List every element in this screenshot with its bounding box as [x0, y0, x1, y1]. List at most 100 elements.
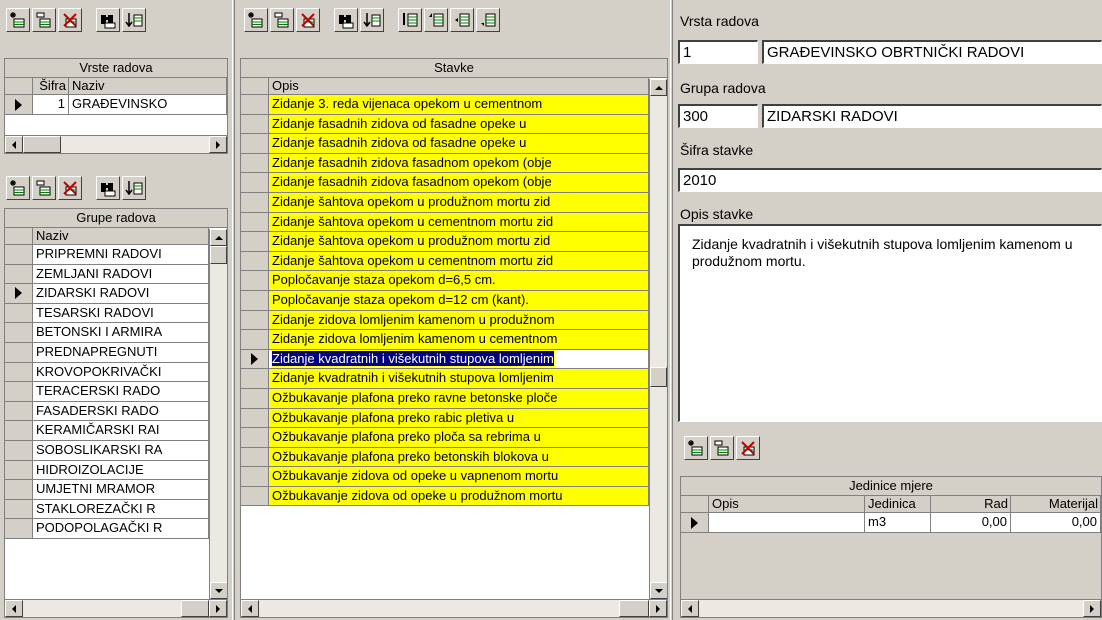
insert-record-button[interactable]: [244, 8, 268, 32]
edit-record-button[interactable]: [32, 8, 56, 32]
cell-opis[interactable]: Zidanje 3. reda vijenaca opekom u cement…: [269, 95, 649, 114]
list-item[interactable]: SOBOSLIKARSKI RA: [5, 440, 209, 461]
horizontal-scrollbar[interactable]: [5, 599, 227, 617]
cell-naziv[interactable]: UMJETNI MRAMOR: [33, 480, 209, 499]
cell-opis[interactable]: Zidanje kvadratnih i višekutnih stupova …: [269, 369, 649, 388]
cell-opis[interactable]: Zidanje zidova lomljenim kamenom u cemen…: [269, 330, 649, 349]
cell-opis[interactable]: Zidanje šahtova opekom u produžnom mortu…: [269, 232, 649, 251]
scroll-down-button[interactable]: [210, 582, 227, 599]
table-row[interactable]: Ožbukavanje plafona preko rabic pletiva …: [241, 408, 649, 429]
cell-naziv[interactable]: HIDROIZOLACIJE: [33, 460, 209, 480]
cell-opis[interactable]: Zidanje fasadnih zidova od fasadne opeke…: [269, 114, 649, 134]
find-button[interactable]: [96, 8, 120, 32]
pane-splitter[interactable]: [232, 0, 235, 620]
edit-record-button[interactable]: [710, 436, 734, 460]
table-row[interactable]: Ožbukavanje zidova od opeke u vapnenom m…: [241, 467, 649, 487]
column-header-naziv[interactable]: Naziv: [33, 228, 209, 244]
cell-opis[interactable]: Ožbukavanje zidova od opeke u produžnom …: [269, 486, 649, 506]
delete-record-button[interactable]: [58, 8, 82, 32]
list-item[interactable]: STAKLOREZAČKI R: [5, 499, 209, 520]
column-header-materijal[interactable]: Materijal: [1011, 496, 1101, 512]
list-item[interactable]: KERAMIČARSKI RAI: [5, 421, 209, 441]
list-item[interactable]: HIDROIZOLACIJE: [5, 460, 209, 481]
first-record-button[interactable]: [398, 8, 422, 32]
cell-opis[interactable]: Popločavanje staza opekom d=6,5 cm.: [269, 271, 649, 290]
scroll-left-button[interactable]: [5, 136, 23, 153]
list-item[interactable]: FASADERSKI RADO: [5, 401, 209, 422]
sort-button[interactable]: [360, 8, 384, 32]
scroll-left-button[interactable]: [241, 600, 259, 617]
table-row[interactable]: Zidanje šahtova opekom u cementnom mortu…: [241, 251, 649, 272]
list-item[interactable]: TERACERSKI RADO: [5, 382, 209, 402]
table-row[interactable]: Zidanje zidova lomljenim kamenom u produ…: [241, 310, 649, 331]
table-row[interactable]: Ožbukavanje plafona preko ploča sa rebri…: [241, 428, 649, 448]
cell-opis[interactable]: Zidanje šahtova opekom u cementnom mortu…: [269, 251, 649, 271]
sort-button[interactable]: [122, 176, 146, 200]
scroll-up-button[interactable]: [650, 79, 667, 96]
list-item[interactable]: PRIPREMNI RADOVI: [5, 245, 209, 265]
scroll-left-button[interactable]: [5, 600, 23, 617]
table-row[interactable]: Zidanje fasadnih zidova fasadnom opekom …: [241, 153, 649, 174]
cell-opis[interactable]: Ožbukavanje plafona preko ravne betonske…: [269, 388, 649, 408]
table-row[interactable]: Zidanje šahtova opekom u produžnom mortu…: [241, 192, 649, 213]
last-record-button[interactable]: [476, 8, 500, 32]
cell-jedinica[interactable]: m3: [865, 513, 931, 532]
edit-record-button[interactable]: [270, 8, 294, 32]
horizontal-scrollbar[interactable]: [241, 599, 667, 617]
cell-sifra[interactable]: 1: [33, 95, 69, 114]
scroll-right-button[interactable]: [209, 600, 227, 617]
insert-record-button[interactable]: [684, 436, 708, 460]
table-row[interactable]: Popločavanje staza opekom d=6,5 cm.: [241, 271, 649, 291]
find-button[interactable]: [96, 176, 120, 200]
scroll-right-button[interactable]: [1083, 600, 1101, 617]
scroll-thumb[interactable]: [23, 136, 61, 153]
next-record-button[interactable]: [450, 8, 474, 32]
cell-naziv[interactable]: SOBOSLIKARSKI RA: [33, 440, 209, 460]
cell-naziv[interactable]: FASADERSKI RADO: [33, 401, 209, 421]
horizontal-scrollbar[interactable]: [5, 135, 227, 153]
table-row[interactable]: Zidanje kvadratnih i višekutnih stupova …: [241, 369, 649, 389]
delete-record-button[interactable]: [296, 8, 320, 32]
cell-naziv[interactable]: ZEMLJANI RADOVI: [33, 264, 209, 284]
vertical-scrollbar[interactable]: [649, 79, 667, 599]
list-item[interactable]: PODOPOLAGAČKI R: [5, 519, 209, 539]
scroll-down-button[interactable]: [650, 582, 667, 599]
vertical-scrollbar[interactable]: [209, 229, 227, 599]
cell-naziv[interactable]: PODOPOLAGAČKI R: [33, 519, 209, 538]
cell-opis[interactable]: Zidanje fasadnih zidova fasadnom opekom …: [269, 153, 649, 173]
table-row[interactable]: Ožbukavanje zidova od opeke u produžnom …: [241, 486, 649, 507]
cell-opis[interactable]: Ožbukavanje plafona preko ploča sa rebri…: [269, 428, 649, 447]
cell-naziv[interactable]: TERACERSKI RADO: [33, 382, 209, 401]
cell-opis[interactable]: [709, 513, 865, 532]
scroll-thumb[interactable]: [650, 367, 667, 387]
column-header-sifra[interactable]: Šifra: [33, 78, 69, 94]
cell-naziv[interactable]: TESARSKI RADOVI: [33, 303, 209, 323]
delete-record-button[interactable]: [58, 176, 82, 200]
list-item[interactable]: KROVOPOKRIVAČKI: [5, 362, 209, 383]
scroll-right-button[interactable]: [649, 600, 667, 617]
scroll-thumb[interactable]: [210, 246, 227, 264]
table-row[interactable]: Zidanje fasadnih zidova fasadnom opekom …: [241, 173, 649, 193]
table-row[interactable]: Zidanje fasadnih zidova od fasadne opeke…: [241, 114, 649, 135]
scroll-left-button[interactable]: [681, 600, 699, 617]
cell-opis[interactable]: Zidanje kvadratnih i višekutnih stupova …: [269, 349, 649, 369]
table-row[interactable]: Zidanje 3. reda vijenaca opekom u cement…: [241, 95, 649, 115]
grupa-name-field[interactable]: ZIDARSKI RADOVI: [762, 104, 1102, 128]
cell-opis[interactable]: Ožbukavanje zidova od opeke u vapnenom m…: [269, 467, 649, 486]
cell-opis[interactable]: Zidanje šahtova opekom u cementnom mortu…: [269, 212, 649, 232]
cell-opis[interactable]: Zidanje fasadnih zidova od fasadne opeke…: [269, 134, 649, 153]
table-row[interactable]: Zidanje šahtova opekom u cementnom mortu…: [241, 212, 649, 233]
vrsta-name-field[interactable]: GRAĐEVINSKO OBRTNIČKI RADOVI: [762, 40, 1102, 64]
scroll-thumb[interactable]: [619, 600, 649, 617]
grupa-code-field[interactable]: 300: [678, 104, 758, 128]
table-row[interactable]: Zidanje šahtova opekom u produžnom mortu…: [241, 232, 649, 252]
cell-opis[interactable]: Popločavanje staza opekom d=12 cm (kant)…: [269, 290, 649, 310]
cell-opis[interactable]: Zidanje fasadnih zidova fasadnom opekom …: [269, 173, 649, 192]
scroll-up-button[interactable]: [210, 229, 227, 246]
opis-stavke-memo[interactable]: Zidanje kvadratnih i višekutnih stupova …: [678, 224, 1102, 422]
table-row[interactable]: Zidanje kvadratnih i višekutnih stupova …: [241, 349, 649, 370]
cell-naziv[interactable]: BETONSKI I ARMIRA: [33, 323, 209, 342]
cell-opis[interactable]: Ožbukavanje plafona preko rabic pletiva …: [269, 408, 649, 428]
table-row[interactable]: Ožbukavanje plafona preko betonskih blok…: [241, 447, 649, 468]
cell-opis[interactable]: Zidanje šahtova opekom u produžnom mortu…: [269, 192, 649, 212]
